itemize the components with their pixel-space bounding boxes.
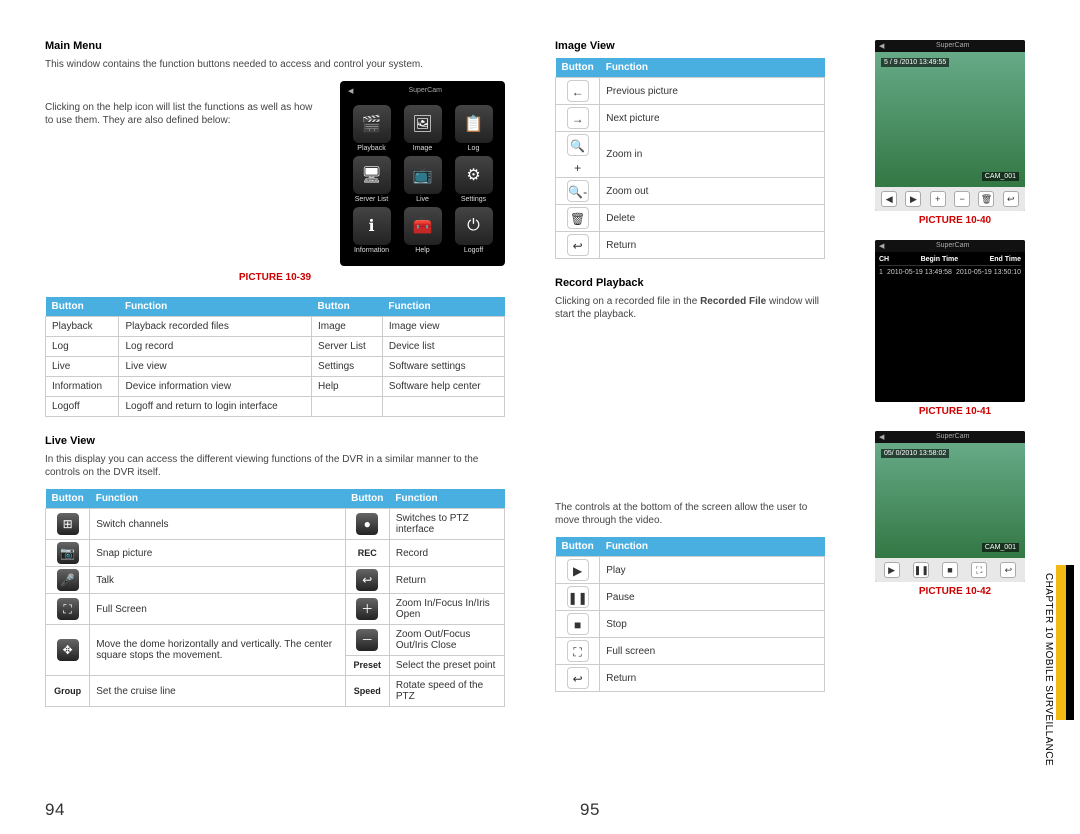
toolbar-icon: 🔍- [567, 180, 589, 202]
page-number-right: 95 [580, 800, 600, 820]
playback-icon: ↩ [567, 667, 589, 689]
main-menu-table: ButtonFunctionButtonFunction PlaybackPla… [45, 297, 505, 417]
image-view-controls: ◀ ▶ +−🗑 ↩ [875, 187, 1025, 211]
live-view-intro: In this display you can access the diffe… [45, 453, 505, 479]
record-playback-title: Record Playback [555, 277, 825, 289]
app-icon: 🖼 [404, 105, 442, 143]
app-label: Log [450, 145, 497, 152]
main-menu-screenshot: ◀SuperCam 🎬Playback🖼Image📋Log🖥Server Lis… [340, 81, 505, 266]
control-icon: ＋ [356, 598, 378, 620]
play-icon: ▶ [884, 562, 900, 578]
picture-10-42: ◀SuperCam 05/ 0/2010 13:58:02 CAM_001 ▶❚… [875, 431, 1025, 582]
record-playback-table: ButtonFunction ▶Play❚❚Pause■Stop⛶Full sc… [555, 537, 825, 692]
app-icon: 🖥 [353, 156, 391, 194]
return-icon: ↩ [1003, 191, 1019, 207]
control-icon: ⛶ [57, 598, 79, 620]
main-menu-title: Main Menu [45, 40, 505, 52]
picture-10-40-caption: PICTURE 10-40 [875, 215, 1035, 226]
app-label: Server List [348, 196, 395, 203]
toolbar-icon: 🔍+ [567, 134, 589, 156]
main-menu-help-text: Clicking on the help icon will list the … [45, 81, 322, 127]
app-icon: 🧰 [404, 207, 442, 245]
picture-10-40: ◀SuperCam 5 / 9 /2010 13:49:55 CAM_001 ◀… [875, 40, 1025, 211]
delete-icon: 🗑 [978, 191, 994, 207]
control-icon: ✥ [57, 639, 79, 661]
page-number-left: 94 [45, 800, 65, 820]
chapter-tab: CHAPTER 10 MOBILE SURVEILLANCE [1056, 565, 1074, 720]
app-label: Logoff [450, 247, 497, 254]
playback-controls: ▶ ❚❚ ■ ⛶ ↩ [875, 558, 1025, 582]
app-label: Playback [348, 145, 395, 152]
app-icon: 📺 [404, 156, 442, 194]
control-icon: ↩ [356, 569, 378, 591]
image-view-title: Image View [555, 40, 825, 52]
pause-icon: ❚❚ [913, 562, 929, 578]
toolbar-icon: → [567, 107, 589, 129]
control-icon: － [356, 629, 378, 651]
toolbar-icon: 🗑 [567, 207, 589, 229]
app-label: Image [399, 145, 446, 152]
zoom-in-icon: + [930, 191, 946, 207]
picture-10-41-caption: PICTURE 10-41 [875, 406, 1035, 417]
app-title: SuperCam [408, 87, 441, 95]
app-icon: ℹ [353, 207, 391, 245]
control-icon: ⊞ [57, 513, 79, 535]
app-icon: ⚙ [455, 156, 493, 194]
app-label: Settings [450, 196, 497, 203]
control-icon: 📷 [57, 542, 79, 564]
playback-icon: ■ [567, 613, 589, 635]
picture-10-42-caption: PICTURE 10-42 [875, 586, 1035, 597]
record-playback-p2: The controls at the bottom of the screen… [555, 501, 825, 527]
app-icon: 📋 [455, 105, 493, 143]
live-view-title: Live View [45, 435, 505, 447]
app-label: Live [399, 196, 446, 203]
app-icon: 🎬 [353, 105, 391, 143]
toolbar-icon: ↩ [567, 234, 589, 256]
image-view-table: ButtonFunction ←Previous picture→Next pi… [555, 58, 825, 259]
live-view-table: ButtonFunctionButtonFunction ⊞Switch cha… [45, 489, 505, 707]
app-icon: ⏻ [455, 207, 493, 245]
control-icon: ● [356, 513, 378, 535]
next-icon: ▶ [905, 191, 921, 207]
stop-icon: ■ [942, 562, 958, 578]
fullscreen-icon: ⛶ [971, 562, 987, 578]
app-label: Help [399, 247, 446, 254]
playback-icon: ❚❚ [567, 586, 589, 608]
picture-10-41: ◀SuperCam CH Begin Time End Time 1 2010-… [875, 240, 1025, 402]
zoom-out-icon: − [954, 191, 970, 207]
prev-icon: ◀ [881, 191, 897, 207]
playback-icon: ⛶ [567, 640, 589, 662]
control-icon: 🎤 [57, 569, 79, 591]
picture-10-39-caption: PICTURE 10-39 [45, 272, 505, 283]
toolbar-icon: ← [567, 80, 589, 102]
main-menu-intro: This window contains the function button… [45, 58, 505, 71]
playback-icon: ▶ [567, 559, 589, 581]
record-playback-p1: Clicking on a recorded file in the Recor… [555, 295, 825, 321]
app-label: Information [348, 247, 395, 254]
return-icon: ↩ [1000, 562, 1016, 578]
